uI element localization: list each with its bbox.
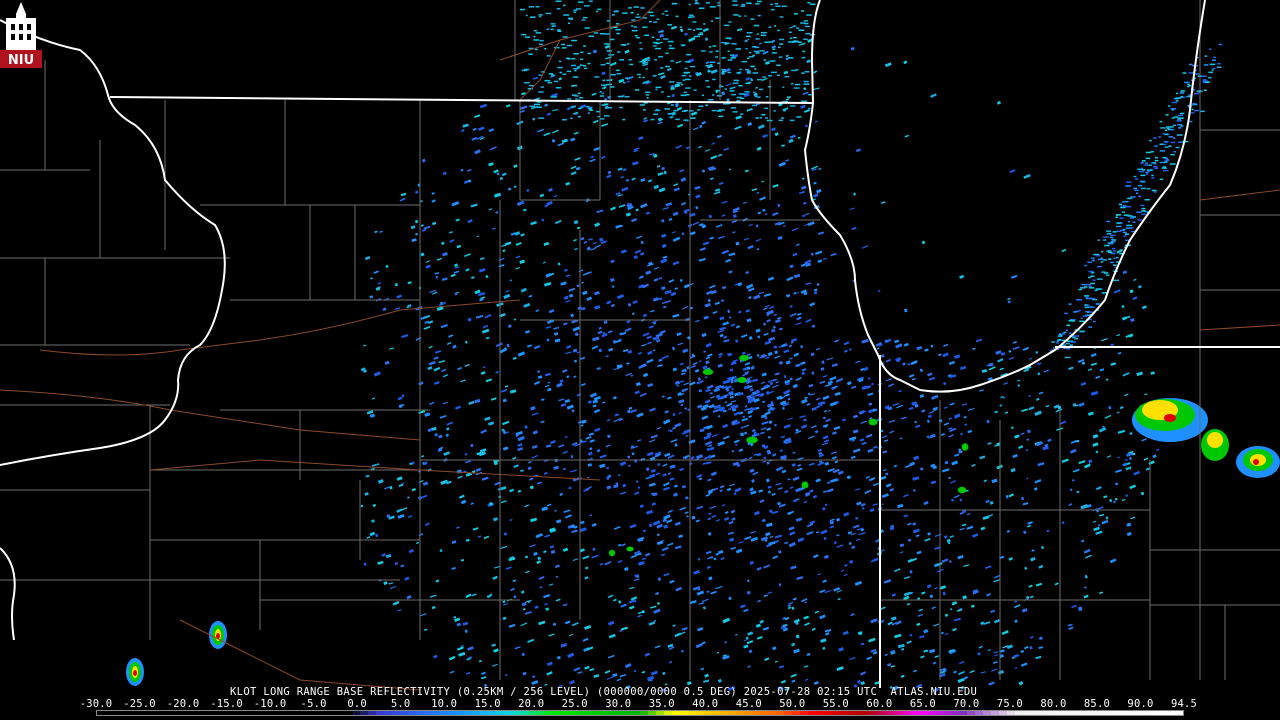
highways	[0, 0, 1280, 691]
scale-label: 30.0	[605, 698, 632, 710]
niu-logo-text: NIU	[8, 53, 34, 68]
scale-label: -25.0	[123, 698, 156, 710]
scale-label: 85.0	[1083, 698, 1110, 710]
scale-label: 60.0	[866, 698, 893, 710]
scale-label: -10.0	[253, 698, 287, 710]
scale-label: 15.0	[474, 698, 501, 710]
niu-logo: NIU	[0, 2, 42, 68]
scale-label: 0.0	[347, 698, 367, 710]
scale-label: 5.0	[390, 698, 411, 710]
scale-label: 50.0	[779, 698, 806, 710]
scale-label: 55.0	[822, 698, 849, 710]
color-scale-labels: -30.0 -25.0 -20.0 -15.0 -10.0 -5.0 0.0 5.0 10.0 1…	[80, 698, 1198, 710]
scale-label: -5.0	[300, 698, 327, 710]
scale-label: 90.0	[1127, 698, 1154, 710]
scale-label: 80.0	[1040, 698, 1067, 710]
scale-label: -15.0	[210, 698, 243, 710]
product-caption: KLOT LONG RANGE BASE REFLECTIVITY (0.25K…	[230, 686, 978, 698]
radar-map-svg	[0, 0, 1280, 693]
scale-label: 75.0	[996, 698, 1023, 710]
scale-label: -20.0	[166, 698, 200, 710]
color-scale-bar	[96, 710, 1184, 716]
scale-label: -30.0	[79, 698, 113, 710]
scale-label: 94.5	[1170, 698, 1198, 710]
scale-label: 45.0	[735, 698, 762, 710]
scale-label: 70.0	[953, 698, 980, 710]
state-borders	[0, 0, 1280, 688]
radar-map[interactable]: KLOT LONG RANGE BASE REFLECTIVITY (0.25K…	[0, 0, 1280, 720]
scale-label: 20.0	[518, 698, 545, 710]
scale-label: 40.0	[692, 698, 719, 710]
scale-label: 65.0	[909, 698, 936, 710]
scale-label: 35.0	[648, 698, 675, 710]
scale-label: 25.0	[561, 698, 588, 710]
scale-label: 10.0	[431, 698, 458, 710]
radar-site-marker	[736, 395, 748, 407]
